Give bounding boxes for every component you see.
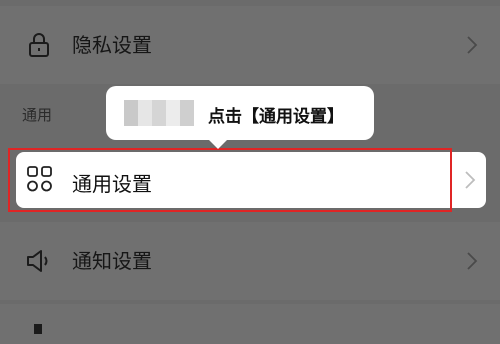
speaker-icon (27, 250, 48, 272)
section-header-general: 通用 (22, 106, 53, 124)
chevron-right-icon (465, 171, 476, 189)
chevron-right-icon (467, 252, 478, 270)
tooltip-text: 点击【通用设置】 (208, 107, 344, 127)
blurred-image (124, 100, 194, 126)
tooltip-tail (208, 139, 228, 149)
settings-row-privacy[interactable]: 隐私设置 (0, 6, 500, 84)
settings-row-notify[interactable]: 通知设置 (0, 222, 500, 300)
settings-row-partial[interactable] (0, 304, 500, 344)
settings-row-label: 通知设置 (72, 249, 152, 273)
tooltip-bubble: 点击【通用设置】 (106, 86, 374, 149)
lock-icon (29, 33, 49, 57)
highlight-frame (8, 148, 452, 212)
chevron-right-icon (467, 36, 478, 54)
settings-row-label: 隐私设置 (72, 33, 152, 57)
partial-icon (34, 324, 42, 334)
